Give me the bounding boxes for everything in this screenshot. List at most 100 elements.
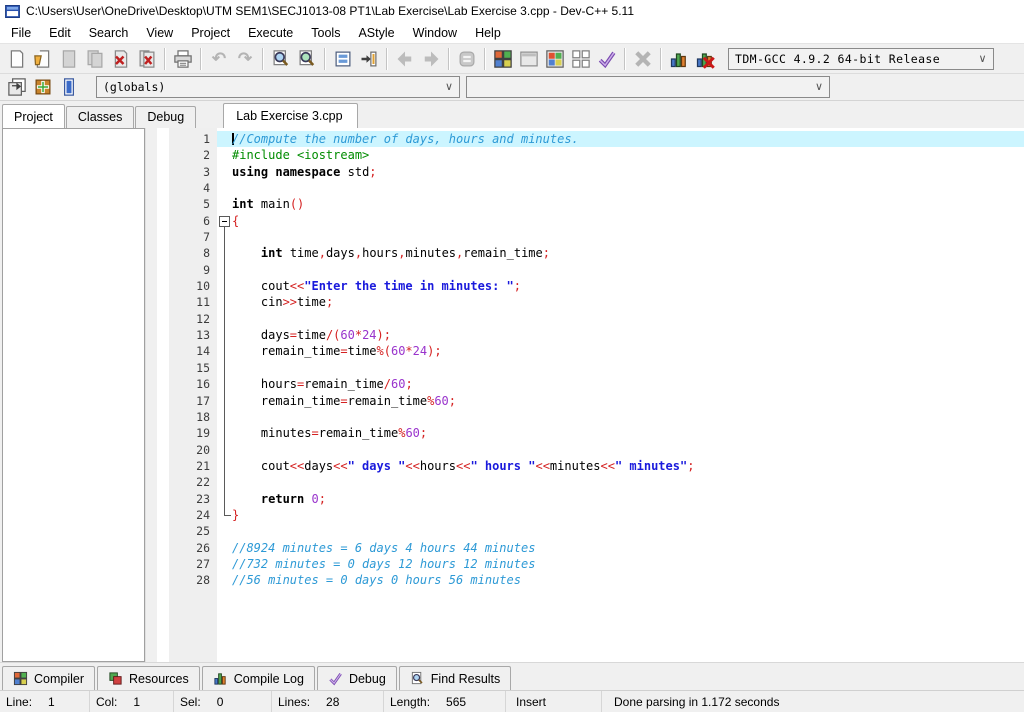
toolbar-separator	[164, 48, 166, 70]
code-line[interactable]: 24}	[157, 507, 1024, 523]
back-button[interactable]	[392, 46, 418, 72]
line-number: 6	[169, 213, 217, 229]
save-button[interactable]	[56, 46, 82, 72]
code-line[interactable]: 6{	[157, 213, 1024, 229]
rebuild-icon	[571, 49, 591, 69]
compiler-select[interactable]: TDM-GCC 4.9.2 64-bit Release ∨	[728, 48, 994, 70]
abort-button[interactable]	[630, 46, 656, 72]
forward-icon	[421, 49, 441, 69]
tab-debug-panel[interactable]: Debug	[317, 666, 397, 690]
save-all-button[interactable]	[82, 46, 108, 72]
code-text: //Compute the number of days, hours and …	[232, 131, 579, 147]
tab-debug[interactable]: Debug	[135, 106, 196, 128]
new-file-button[interactable]	[4, 46, 30, 72]
menu-file[interactable]: File	[2, 24, 40, 42]
compile-button[interactable]	[490, 46, 516, 72]
code-line[interactable]: 4	[157, 180, 1024, 196]
code-line[interactable]: 5int main()	[157, 196, 1024, 212]
compile-run-button[interactable]	[542, 46, 568, 72]
code-line[interactable]: 23 return 0;	[157, 491, 1024, 507]
code-line[interactable]: 25	[157, 523, 1024, 539]
open-file-button[interactable]	[30, 46, 56, 72]
member-select[interactable]: ∨	[466, 76, 830, 98]
menu-execute[interactable]: Execute	[239, 24, 302, 42]
undo-button[interactable]: ↶	[206, 46, 232, 72]
code-line[interactable]: 7	[157, 229, 1024, 245]
code-line[interactable]: 8 int time,days,hours,minutes,remain_tim…	[157, 245, 1024, 261]
code-line[interactable]: 18	[157, 409, 1024, 425]
toolbar-separator	[262, 48, 264, 70]
new-file-icon	[7, 49, 27, 69]
code-line[interactable]: 16 hours=remain_time/60;	[157, 376, 1024, 392]
globals-select[interactable]: (globals) ∨	[96, 76, 460, 98]
tab-find-results[interactable]: Find Results	[399, 666, 511, 690]
tab-compile-log[interactable]: Compile Log	[202, 666, 315, 690]
code-line[interactable]: 15	[157, 360, 1024, 376]
toolbar-class-browser: (globals) ∨ ∨	[0, 74, 1024, 101]
profile-button[interactable]	[666, 46, 692, 72]
code-line[interactable]: 27//732 minutes = 0 days 12 hours 12 min…	[157, 556, 1024, 572]
syntax-check-button[interactable]	[594, 46, 620, 72]
code-line[interactable]: 3using namespace std;	[157, 164, 1024, 180]
fold-column	[217, 343, 232, 359]
goto-function-button[interactable]	[356, 46, 382, 72]
status-sel-value: 0	[217, 695, 224, 709]
code-text: int main()	[232, 196, 304, 212]
find-button[interactable]	[268, 46, 294, 72]
chevron-down-icon: ∨	[979, 52, 987, 65]
close-file-button[interactable]	[108, 46, 134, 72]
tab-find-results-label: Find Results	[431, 672, 500, 686]
toolbar-separator	[200, 48, 202, 70]
fold-toggle-icon[interactable]	[217, 213, 232, 229]
tab-project[interactable]: Project	[2, 104, 65, 128]
project-panel[interactable]	[2, 128, 145, 662]
redo-button[interactable]: ↷	[232, 46, 258, 72]
editor-tab-zone: Lab Exercise 3.cpp	[223, 103, 357, 128]
code-line[interactable]: 17 remain_time=remain_time%60;	[157, 393, 1024, 409]
menu-view[interactable]: View	[137, 24, 182, 42]
panel-splitter[interactable]	[145, 128, 157, 662]
run-button[interactable]	[516, 46, 542, 72]
code-line[interactable]: 28//56 minutes = 0 days 0 hours 56 minut…	[157, 572, 1024, 588]
line-number: 14	[169, 343, 217, 359]
code-line[interactable]: 1//Compute the number of days, hours and…	[157, 131, 1024, 147]
code-line[interactable]: 2#include <iostream>	[157, 147, 1024, 163]
code-editor[interactable]: 1//Compute the number of days, hours and…	[157, 128, 1024, 662]
code-line[interactable]: 19 minutes=remain_time%60;	[157, 425, 1024, 441]
menu-astyle[interactable]: AStyle	[349, 24, 403, 42]
menu-edit[interactable]: Edit	[40, 24, 80, 42]
goto-declaration-button[interactable]	[56, 74, 82, 100]
code-line[interactable]: 14 remain_time=time%(60*24);	[157, 343, 1024, 359]
menu-help[interactable]: Help	[466, 24, 510, 42]
close-all-button[interactable]	[134, 46, 160, 72]
goto-line-button[interactable]	[330, 46, 356, 72]
menu-window[interactable]: Window	[404, 24, 466, 42]
editor-tab[interactable]: Lab Exercise 3.cpp	[223, 103, 357, 128]
add-member-button[interactable]	[30, 74, 56, 100]
tab-compiler[interactable]: Compiler	[2, 666, 95, 690]
forward-button[interactable]	[418, 46, 444, 72]
menu-project[interactable]: Project	[182, 24, 239, 42]
menu-tools[interactable]: Tools	[302, 24, 349, 42]
code-line[interactable]: 22	[157, 474, 1024, 490]
code-line[interactable]: 12	[157, 311, 1024, 327]
new-class-button[interactable]	[4, 74, 30, 100]
chevron-down-icon: ∨	[815, 80, 823, 93]
rebuild-button[interactable]	[568, 46, 594, 72]
code-line[interactable]: 20	[157, 442, 1024, 458]
menu-search[interactable]: Search	[80, 24, 138, 42]
resources-tab-icon	[108, 671, 123, 686]
print-button[interactable]	[170, 46, 196, 72]
code-line[interactable]: 13 days=time/(60*24);	[157, 327, 1024, 343]
code-line[interactable]: 9	[157, 262, 1024, 278]
replace-button[interactable]	[294, 46, 320, 72]
code-line[interactable]: 26//8924 minutes = 6 days 4 hours 44 min…	[157, 540, 1024, 556]
pause-button[interactable]	[454, 46, 480, 72]
code-line[interactable]: 11 cin>>time;	[157, 294, 1024, 310]
code-line[interactable]: 10 cout<<"Enter the time in minutes: ";	[157, 278, 1024, 294]
tab-classes[interactable]: Classes	[66, 106, 134, 128]
profile-delete-button[interactable]	[692, 46, 718, 72]
line-number: 23	[169, 491, 217, 507]
code-line[interactable]: 21 cout<<days<<" days "<<hours<<" hours …	[157, 458, 1024, 474]
tab-resources[interactable]: Resources	[97, 666, 200, 690]
